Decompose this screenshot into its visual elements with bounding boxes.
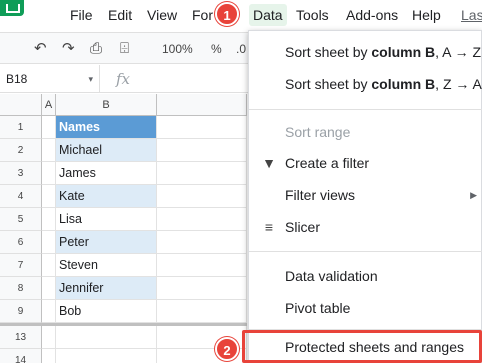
sort-range: Sort range bbox=[285, 124, 351, 140]
decrease-decimal-button[interactable]: .0 bbox=[236, 41, 246, 57]
row-header[interactable]: 5 bbox=[0, 208, 42, 231]
sort-za-column: column B bbox=[371, 76, 436, 92]
undo-icon[interactable]: ↶ bbox=[34, 40, 47, 58]
cell-c[interactable] bbox=[157, 208, 247, 231]
format-percent-button[interactable]: % bbox=[211, 41, 222, 57]
menu-file[interactable]: File bbox=[70, 4, 93, 26]
redo-icon[interactable]: ↷ bbox=[62, 40, 75, 58]
cell-a[interactable] bbox=[42, 277, 56, 300]
row-header[interactable]: 4 bbox=[0, 185, 42, 208]
cell-c[interactable] bbox=[157, 162, 247, 185]
sort-sheet-a-z[interactable]: Sort sheet by column B, A → Z bbox=[249, 37, 482, 67]
cell-c[interactable] bbox=[157, 254, 247, 277]
cell-a[interactable] bbox=[42, 208, 56, 231]
name-cell[interactable]: Bob bbox=[56, 300, 157, 323]
paint-format-icon[interactable]: ⌹ bbox=[120, 40, 129, 58]
sort-za-suffix: , Z → A bbox=[435, 76, 482, 92]
filter-views-label: Filter views bbox=[285, 187, 356, 203]
name-cell[interactable]: Kate bbox=[56, 185, 157, 208]
step-2-badge: 2 bbox=[215, 337, 239, 361]
pivot-table[interactable]: Pivot table bbox=[249, 293, 482, 323]
filter-views[interactable]: Filter views ▶ bbox=[249, 180, 482, 210]
name-cell[interactable]: Steven bbox=[56, 254, 157, 277]
slicer-icon: ≡ bbox=[264, 219, 274, 235]
cell-a[interactable] bbox=[42, 254, 56, 277]
column-header-b[interactable]: B bbox=[56, 94, 157, 116]
row-header[interactable]: 8 bbox=[0, 277, 42, 300]
chevron-down-icon: ▾ bbox=[88, 74, 93, 84]
highlight-protected-box bbox=[242, 330, 482, 363]
cell-c[interactable] bbox=[157, 277, 247, 300]
row-header[interactable]: 2 bbox=[0, 139, 42, 162]
menu-help[interactable]: Help bbox=[412, 4, 441, 26]
sort-az-prefix: Sort sheet by bbox=[285, 44, 372, 60]
cell-c[interactable] bbox=[157, 231, 247, 254]
cell-a[interactable] bbox=[42, 185, 56, 208]
menu-edit[interactable]: Edit bbox=[108, 4, 132, 26]
cell-a[interactable] bbox=[42, 326, 56, 349]
name-cell[interactable] bbox=[56, 349, 157, 363]
menu-divider bbox=[249, 251, 482, 252]
menu-divider bbox=[249, 109, 482, 110]
chevron-right-icon: ▶ bbox=[470, 190, 477, 200]
sort-sheet-z-a[interactable]: Sort sheet by column B, Z → A bbox=[249, 69, 482, 99]
menu-view[interactable]: View bbox=[147, 4, 177, 26]
name-cell[interactable]: Peter bbox=[56, 231, 157, 254]
cell-c[interactable] bbox=[157, 139, 247, 162]
cell-c[interactable] bbox=[157, 116, 247, 139]
cell-a[interactable] bbox=[42, 349, 56, 363]
row-header[interactable]: 6 bbox=[0, 231, 42, 254]
cell-reference: B18 bbox=[6, 72, 28, 86]
create-filter[interactable]: ▼ Create a filter bbox=[249, 148, 482, 178]
menu-addons[interactable]: Add-ons bbox=[346, 4, 398, 26]
menu-bar: File Edit View For Data Tools Add-ons He… bbox=[0, 0, 482, 30]
data-menu-dropdown: Sort sheet by column B, A → Z Sort sheet… bbox=[248, 30, 482, 363]
fx-icon: fx bbox=[116, 70, 131, 88]
row-header[interactable]: 1 bbox=[0, 116, 42, 139]
sort-za-prefix: Sort sheet by bbox=[285, 76, 372, 92]
sort-az-suffix: , A → Z bbox=[435, 44, 482, 60]
step-1-badge: 1 bbox=[215, 2, 239, 26]
create-filter-label: Create a filter bbox=[285, 155, 370, 171]
name-cell[interactable]: Jennifer bbox=[56, 277, 157, 300]
row-header[interactable]: 7 bbox=[0, 254, 42, 277]
cell-a[interactable] bbox=[42, 300, 56, 323]
name-cell[interactable]: James bbox=[56, 162, 157, 185]
cell-c[interactable] bbox=[157, 185, 247, 208]
row-header[interactable]: 13 bbox=[0, 326, 42, 349]
names-header-cell[interactable]: Names bbox=[56, 116, 157, 139]
cell-a[interactable] bbox=[42, 162, 56, 185]
name-cell[interactable] bbox=[56, 326, 157, 349]
cell-a[interactable] bbox=[42, 116, 56, 139]
print-icon[interactable]: ⎙ bbox=[90, 40, 102, 58]
data-validation[interactable]: Data validation bbox=[249, 261, 482, 291]
sort-az-column: column B bbox=[371, 44, 436, 60]
row-header[interactable]: 3 bbox=[0, 162, 42, 185]
name-cell[interactable]: Michael bbox=[56, 139, 157, 162]
menu-format[interactable]: For bbox=[192, 4, 213, 26]
menu-tools[interactable]: Tools bbox=[296, 4, 329, 26]
name-cell[interactable]: Lisa bbox=[56, 208, 157, 231]
name-box[interactable]: B18 ▾ bbox=[0, 65, 100, 93]
row-header[interactable]: 9 bbox=[0, 300, 42, 323]
cell-a[interactable] bbox=[42, 139, 56, 162]
column-header-a[interactable]: A bbox=[42, 94, 56, 116]
slicer-label: Slicer bbox=[285, 219, 321, 235]
zoom-select[interactable]: 100% bbox=[162, 41, 193, 57]
column-header-c[interactable] bbox=[157, 94, 247, 116]
cell-c[interactable] bbox=[157, 300, 247, 323]
cell-a[interactable] bbox=[42, 231, 56, 254]
select-all-corner[interactable] bbox=[0, 94, 42, 116]
slicer[interactable]: ≡ Slicer bbox=[249, 212, 482, 242]
menu-data[interactable]: Data bbox=[249, 4, 287, 26]
sheets-logo-icon[interactable] bbox=[0, 0, 24, 16]
row-header[interactable]: 14 bbox=[0, 349, 42, 363]
last-edit-link[interactable]: Las bbox=[461, 4, 482, 26]
filter-icon: ▼ bbox=[262, 155, 276, 171]
